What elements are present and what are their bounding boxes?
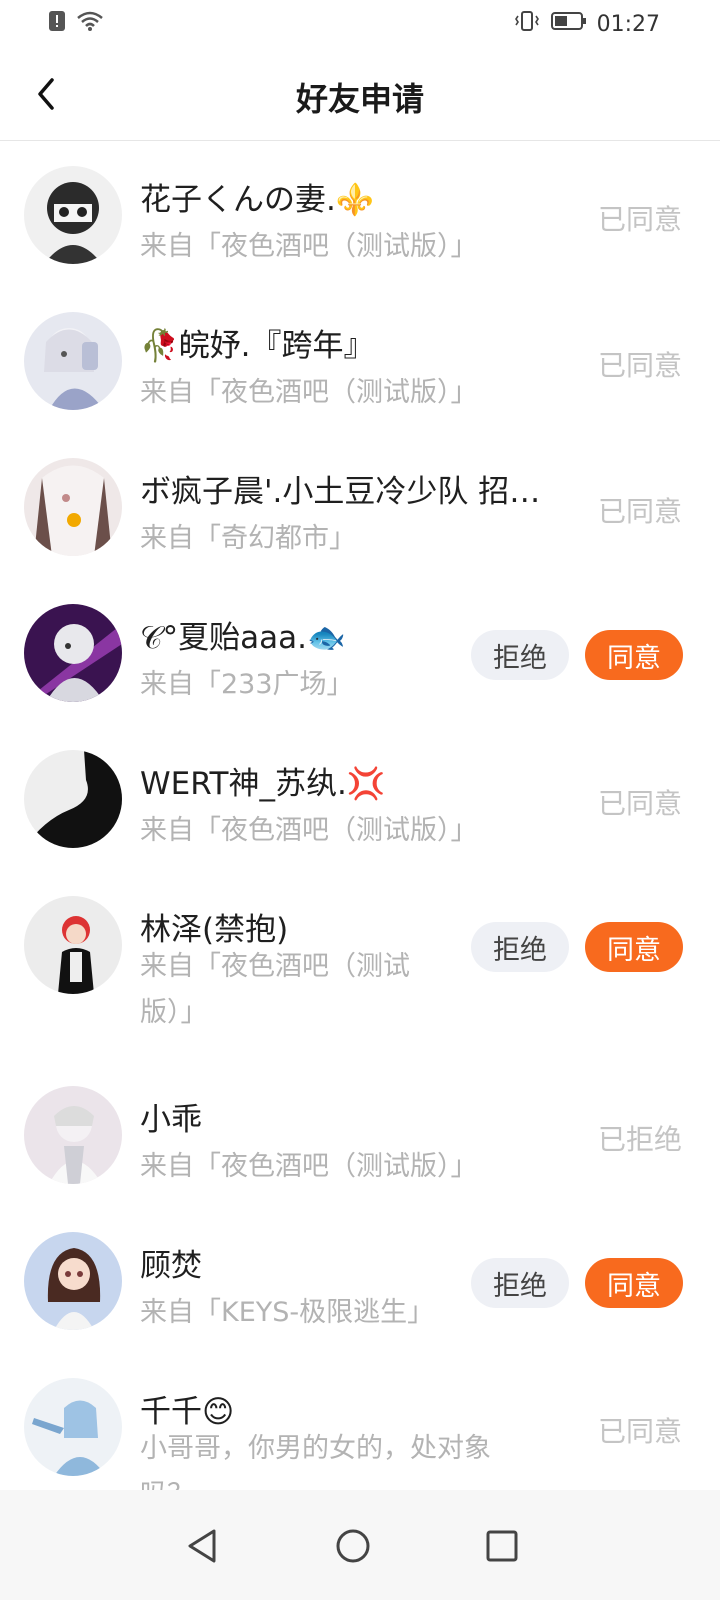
- friend-request-row[interactable]: 顾焚 来自「KEYS-极限逃生」 拒绝 同意: [0, 1208, 720, 1354]
- triangle-back-icon: [188, 1529, 216, 1563]
- status-label: 已同意: [597, 495, 682, 528]
- requester-name: 小乖: [140, 1102, 202, 1138]
- avatar[interactable]: [24, 750, 122, 848]
- friend-request-row[interactable]: 小乖 来自「夜色酒吧（测试版）」 已拒绝: [0, 1062, 720, 1208]
- requester-name: 林泽(禁抱): [140, 912, 289, 948]
- friend-request-row[interactable]: WERT神_苏纨.💢 来自「夜色酒吧（测试版）」 已同意: [0, 726, 720, 872]
- requester-name: 千千😊: [140, 1394, 235, 1430]
- status-time: 01:27: [596, 11, 660, 37]
- request-source: 来自「夜色酒吧（测试版）」: [140, 1151, 478, 1182]
- avatar[interactable]: [24, 1086, 122, 1184]
- avatar[interactable]: [24, 604, 122, 702]
- status-bar: 01:27: [0, 0, 720, 48]
- reject-button[interactable]: 拒绝: [471, 630, 569, 680]
- nav-back-button[interactable]: [180, 1524, 224, 1568]
- status-label: 已同意: [597, 203, 682, 236]
- status-label: 已拒绝: [597, 1123, 682, 1156]
- requester-name: 🥀皖妤.『跨年』: [140, 328, 375, 364]
- request-source: 来自「233广场」: [140, 669, 354, 700]
- wifi-icon: [76, 10, 104, 36]
- avatar[interactable]: [24, 458, 122, 556]
- nav-recents-button[interactable]: [480, 1524, 524, 1568]
- system-nav-bar: [0, 1490, 720, 1600]
- page-header: 好友申请: [0, 48, 720, 141]
- vibrate-icon: [513, 10, 541, 38]
- status-label: 已同意: [597, 349, 682, 382]
- nav-home-button[interactable]: [331, 1524, 375, 1568]
- requester-name: 顾焚: [140, 1248, 202, 1284]
- friend-request-row[interactable]: ボ疯子晨'.小土豆冷少队 招… 来自「奇幻都市」 已同意: [0, 434, 720, 580]
- circle-home-icon: [336, 1529, 370, 1563]
- alert-icon: [48, 10, 66, 36]
- request-source: 来自「奇幻都市」: [140, 523, 356, 554]
- agree-button[interactable]: 同意: [585, 1258, 683, 1308]
- friend-request-row[interactable]: 🥀皖妤.『跨年』 来自「夜色酒吧（测试版）」 已同意: [0, 288, 720, 434]
- friend-request-row[interactable]: 𝒞°夏贻aaa.🐟 来自「233广场」 拒绝 同意: [0, 580, 720, 726]
- reject-button[interactable]: 拒绝: [471, 922, 569, 972]
- avatar[interactable]: [24, 896, 122, 994]
- avatar[interactable]: [24, 1378, 122, 1476]
- agree-button[interactable]: 同意: [585, 922, 683, 972]
- battery-icon: [550, 11, 587, 37]
- avatar[interactable]: [24, 166, 122, 264]
- request-source: 来自「夜色酒吧（测试版）」: [140, 377, 478, 408]
- friend-request-row[interactable]: 林泽(禁抱) 来自「夜色酒吧（测试版）」 拒绝 同意: [0, 872, 720, 1062]
- request-source: 来自「夜色酒吧（测试版）」: [140, 231, 478, 262]
- friend-request-list: 花子くんの妻.⚜️ 来自「夜色酒吧（测试版）」 已同意 🥀皖妤.『跨年』 来自「…: [0, 142, 720, 1544]
- request-source: 来自「KEYS-极限逃生」: [140, 1297, 435, 1328]
- avatar[interactable]: [24, 312, 122, 410]
- requester-name: 花子くんの妻.⚜️: [140, 182, 375, 218]
- requester-name: 𝒞°夏贻aaa.🐟: [140, 620, 346, 656]
- friend-request-row[interactable]: 花子くんの妻.⚜️ 来自「夜色酒吧（测试版）」 已同意: [0, 142, 720, 288]
- square-recents-icon: [486, 1530, 518, 1562]
- page-title: 好友申请: [295, 80, 424, 118]
- status-label: 已同意: [597, 787, 682, 820]
- request-source: 来自「夜色酒吧（测试版）」: [140, 815, 478, 846]
- avatar[interactable]: [24, 1232, 122, 1330]
- status-label: 已同意: [597, 1415, 682, 1448]
- reject-button[interactable]: 拒绝: [471, 1258, 569, 1308]
- request-source: 来自「夜色酒吧（测试版）」: [140, 951, 410, 1028]
- agree-button[interactable]: 同意: [585, 630, 683, 680]
- requester-name: WERT神_苏纨.💢: [140, 766, 386, 802]
- requester-name: ボ疯子晨'.小土豆冷少队 招…: [140, 474, 541, 510]
